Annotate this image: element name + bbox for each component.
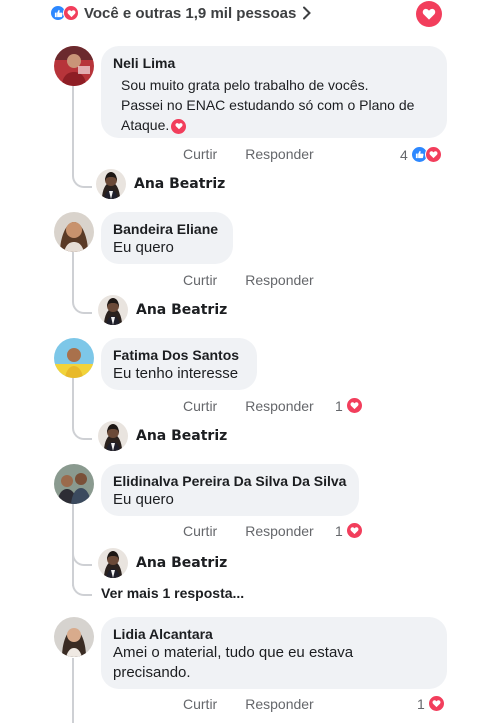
comment-actions: Curtir Responder	[183, 696, 342, 712]
reactions-summary[interactable]: Você e outras 1,9 mil pessoas	[50, 0, 312, 26]
reply-preview[interactable]: Ana Beatriz	[98, 295, 227, 325]
reaction-count[interactable]: 1	[335, 397, 363, 414]
reply-button[interactable]: Responder	[245, 146, 314, 162]
thread-line	[72, 504, 74, 586]
avatar	[96, 169, 126, 199]
comment-author[interactable]: Neli Lima	[113, 54, 435, 72]
reply-button[interactable]: Responder	[245, 523, 314, 539]
comment-bubble: Lidia Alcantara Amei o material, tudo qu…	[101, 617, 447, 689]
thread-line	[72, 252, 74, 298]
comment-text: Passei no ENAC estudando só com o Plano …	[121, 97, 415, 113]
comment-author[interactable]: Fatima Dos Santos	[113, 346, 245, 364]
love-icon	[63, 5, 79, 21]
thread-line	[72, 378, 74, 424]
reaction-count-value: 1	[417, 695, 425, 712]
reply-preview[interactable]: Ana Beatriz	[98, 421, 227, 451]
like-button[interactable]: Curtir	[183, 272, 217, 288]
thread-line	[72, 86, 74, 172]
avatar[interactable]	[54, 338, 94, 378]
comment-actions: Curtir Responder	[183, 272, 342, 288]
avatar[interactable]	[54, 617, 94, 657]
reply-preview[interactable]: Ana Beatriz	[96, 169, 225, 199]
reaction-count-value: 1	[335, 522, 343, 539]
thread-line	[72, 658, 74, 723]
chevron-right-icon	[303, 6, 312, 20]
avatar[interactable]	[54, 464, 94, 504]
avatar	[98, 548, 128, 578]
reply-author: Ana Beatriz	[134, 176, 226, 192]
comment-author[interactable]: Elidinalva Pereira Da Silva Da Silva	[113, 472, 347, 490]
love-icon	[345, 522, 363, 539]
comment-bubble: Bandeira Eliane Eu quero	[101, 212, 233, 264]
love-icon	[345, 397, 363, 414]
like-button[interactable]: Curtir	[183, 398, 217, 414]
comment-actions: Curtir Responder	[183, 523, 342, 539]
love-icon	[424, 146, 442, 163]
thread-connector	[72, 168, 92, 188]
comment-bubble: Elidinalva Pereira Da Silva Da Silva Eu …	[101, 464, 359, 516]
comment-bubble: Fatima Dos Santos Eu tenho interesse	[101, 338, 257, 390]
reply-author: Ana Beatriz	[136, 302, 228, 318]
comment-author[interactable]: Lidia Alcantara	[113, 625, 435, 643]
view-more-replies-link[interactable]: Ver mais 1 resposta...	[101, 585, 244, 601]
comment-text: Sou muito grata pelo trabalho de vocês.	[121, 77, 369, 93]
reactions-text: Você e outras 1,9 mil pessoas	[84, 4, 297, 22]
comment-text: Eu quero	[113, 491, 174, 508]
reply-author: Ana Beatriz	[136, 428, 228, 444]
reaction-count[interactable]: 1	[417, 695, 445, 712]
reaction-count[interactable]: 1	[335, 522, 363, 539]
reaction-count-value: 4	[400, 146, 408, 163]
like-button[interactable]: Curtir	[183, 696, 217, 712]
reply-preview[interactable]: Ana Beatriz	[98, 548, 227, 578]
heart-icon	[422, 8, 436, 20]
comment-actions: Curtir Responder	[183, 398, 342, 414]
like-button[interactable]: Curtir	[183, 523, 217, 539]
comment-author[interactable]: Bandeira Eliane	[113, 220, 221, 238]
thread-connector	[72, 576, 92, 596]
reaction-count[interactable]: 4	[400, 146, 442, 163]
reply-button[interactable]: Responder	[245, 696, 314, 712]
reply-button[interactable]: Responder	[245, 272, 314, 288]
comment-text: Eu quero	[113, 239, 174, 256]
comment-text: Amei o material, tudo que eu estava	[113, 644, 354, 661]
avatar	[98, 421, 128, 451]
comment-bubble: Neli Lima Sou muito grata pelo trabalho …	[101, 46, 447, 138]
comment-text: Eu tenho interesse	[113, 365, 239, 382]
reply-author: Ana Beatriz	[136, 555, 228, 571]
comment-text: precisando.	[113, 664, 191, 681]
reaction-count-value: 1	[335, 397, 343, 414]
comment-actions: Curtir Responder	[183, 146, 342, 162]
reply-button[interactable]: Responder	[245, 398, 314, 414]
avatar	[98, 295, 128, 325]
thread-connector	[72, 546, 92, 566]
comment-text: Ataque.	[121, 117, 170, 133]
thread-connector	[72, 420, 92, 440]
love-react-button[interactable]	[416, 1, 442, 27]
thread-connector	[72, 294, 92, 314]
heart-emoji-icon	[171, 118, 187, 134]
avatar[interactable]	[54, 46, 94, 86]
love-icon	[427, 695, 445, 712]
like-button[interactable]: Curtir	[183, 146, 217, 162]
avatar[interactable]	[54, 212, 94, 252]
